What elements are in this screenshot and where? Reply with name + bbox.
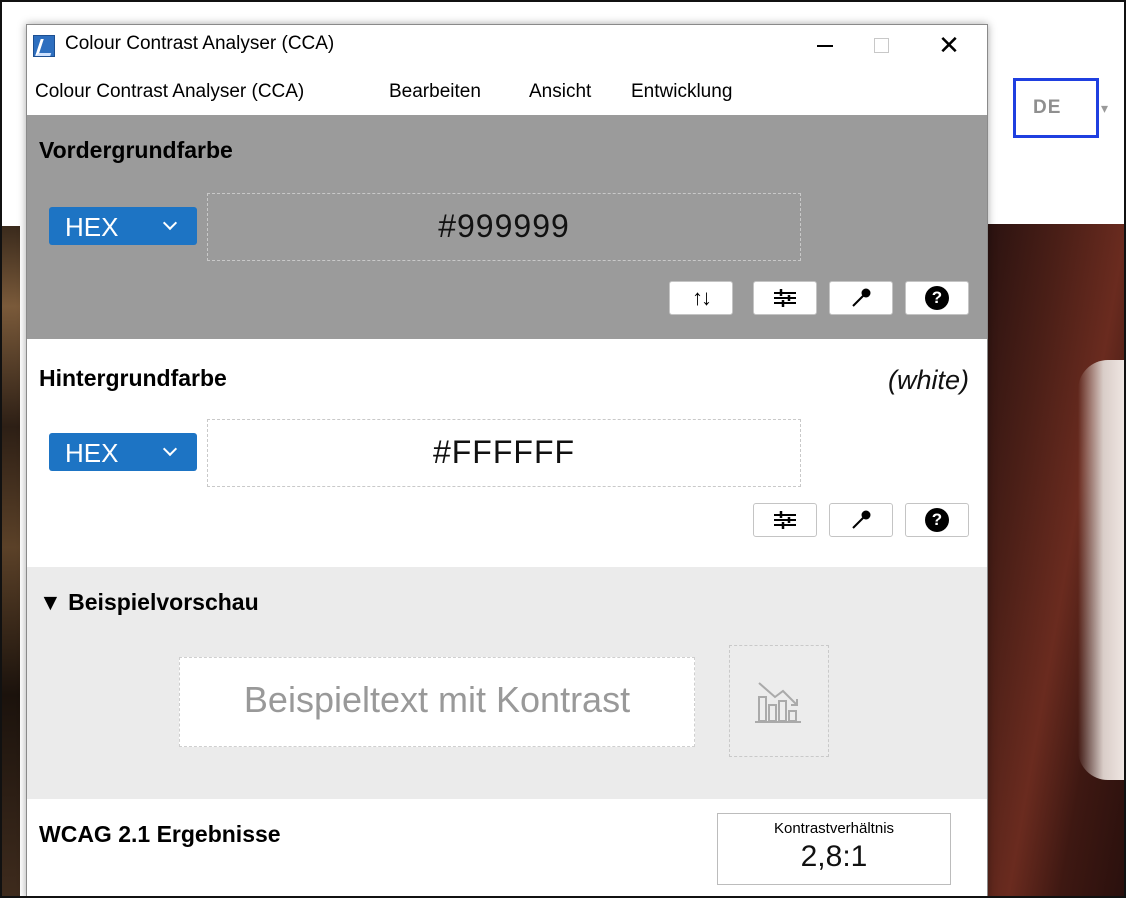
foreground-title: Vordergrundfarbe [39,137,233,163]
preview-toggle[interactable]: ▼ Beispielvorschau [39,589,259,616]
background-eyedropper-button[interactable] [829,503,893,537]
background-photo-left [2,226,20,896]
background-sliders-button[interactable] [753,503,817,537]
background-format-select[interactable]: HEX [49,433,197,471]
cca-window: Colour Contrast Analyser (CCA) ✕ Colour … [26,24,988,898]
sliders-icon [774,289,796,307]
foreground-format-select[interactable]: HEX [49,207,197,245]
eyedropper-icon [852,510,871,529]
close-button[interactable]: ✕ [921,25,977,65]
foreground-help-button[interactable]: ? [905,281,969,315]
chevron-down-icon [162,215,178,231]
wcag-results-section: WCAG 2.1 Ergebnisse Kontrastverhältnis 2… [27,799,987,897]
title-bar[interactable]: Colour Contrast Analyser (CCA) ✕ [27,25,987,65]
maximize-button[interactable] [853,25,909,65]
preview-sample-text: Beispieltext mit Kontrast [243,679,631,720]
contrast-chart-icon [755,682,801,723]
cca-app-icon [33,35,55,57]
background-format-value: HEX [65,438,119,468]
background-color-name: (white) [887,365,969,395]
menu-item-bearbeiten[interactable]: Bearbeiten [389,81,481,103]
background-help-button[interactable]: ? [905,503,969,537]
window-title: Colour Contrast Analyser (CCA) [65,33,335,54]
sliders-icon [774,511,796,529]
foreground-hex-input[interactable]: #999999 [207,193,801,261]
language-selector-value: DE [1033,97,1062,118]
background-hex-input[interactable]: #FFFFFF [207,419,801,487]
menu-item-app[interactable]: Colour Contrast Analyser (CCA) [35,81,304,103]
swap-icon: ↑↓ [692,285,712,310]
wcag-results-title: WCAG 2.1 Ergebnisse [39,821,281,847]
chevron-down-icon [162,441,178,457]
background-title: Hintergrundfarbe [39,365,227,391]
contrast-ratio-label: Kontrastverhältnis [773,820,895,837]
eyedropper-icon [852,288,871,307]
help-icon: ? [925,508,949,532]
menu-item-entwicklung[interactable]: Entwicklung [631,81,732,103]
foreground-sliders-button[interactable] [753,281,817,315]
minimize-icon [817,45,833,47]
preview-sample-box: Beispieltext mit Kontrast [179,657,695,747]
contrast-ratio-value: 2,8:1 [800,840,868,873]
minimize-button[interactable] [797,25,853,65]
contrast-chart-button[interactable] [729,645,829,757]
background-photo-highlight [1078,360,1124,780]
menu-bar: Colour Contrast Analyser (CCA) Bearbeite… [27,77,987,113]
foreground-eyedropper-button[interactable] [829,281,893,315]
maximize-icon [873,37,889,53]
swap-colors-button[interactable]: ↑↓ [669,281,733,315]
background-hex-value: #FFFFFF [432,434,576,470]
foreground-section: Vordergrundfarbe HEX #999999 ↑↓ ? [27,115,987,339]
contrast-ratio-box: Kontrastverhältnis 2,8:1 [717,813,951,885]
menu-item-ansicht[interactable]: Ansicht [529,81,591,103]
help-icon: ? [925,286,949,310]
close-icon: ✕ [938,29,960,60]
foreground-hex-value: #999999 [438,208,570,244]
preview-section: ▼ Beispielvorschau Beispieltext mit Kont… [27,567,987,799]
chevron-down-icon: ▾ [1101,100,1109,116]
background-color-section: Hintergrundfarbe (white) HEX #FFFFFF ? [27,339,987,567]
foreground-format-value: HEX [65,212,119,242]
